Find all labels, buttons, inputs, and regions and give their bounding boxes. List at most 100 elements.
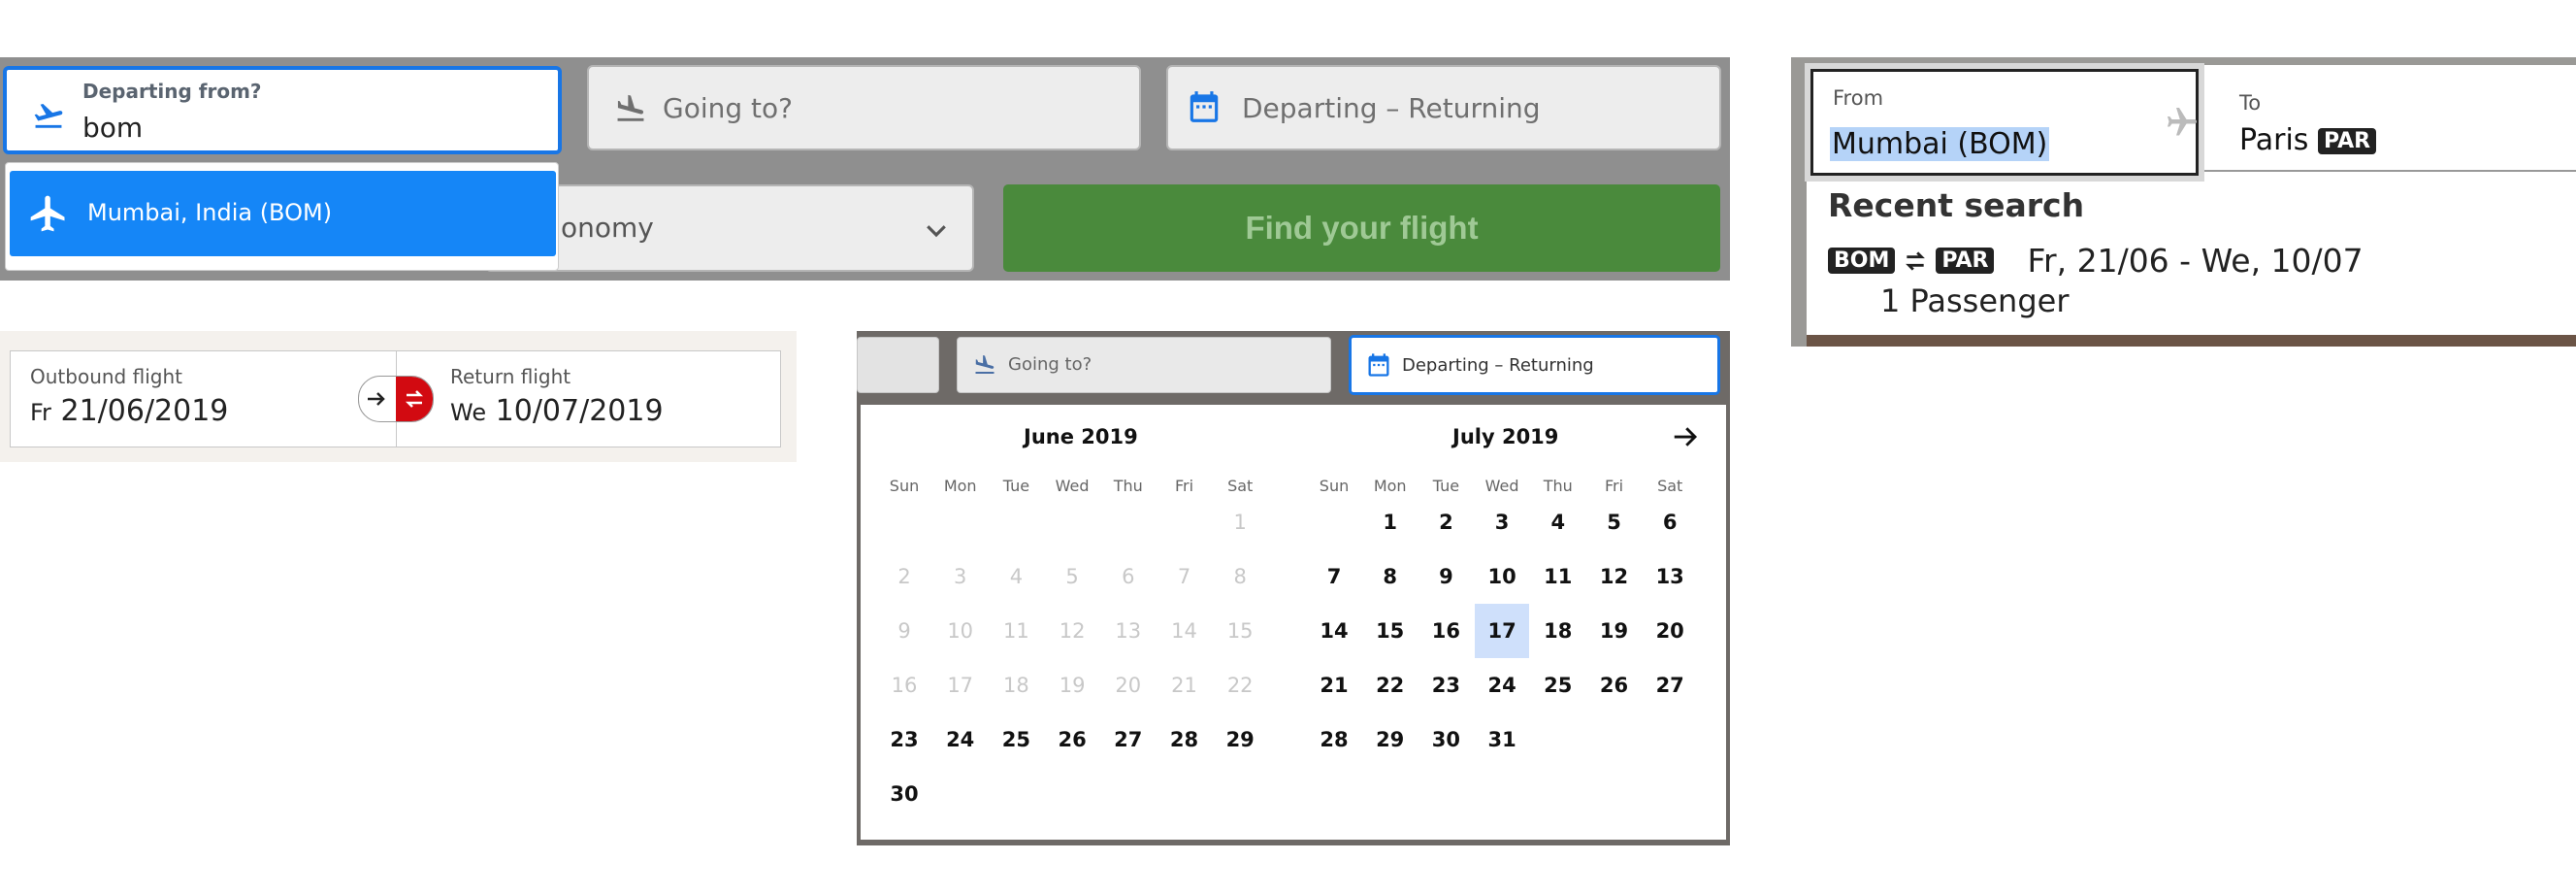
return-label: Return flight — [450, 365, 571, 388]
calendar-day: 21 — [1171, 674, 1197, 697]
calendar-day[interactable]: 25 — [989, 712, 1043, 767]
airplane-icon — [27, 192, 70, 235]
recent-search-item[interactable]: BOM PAR Fr, 21/06 - We, 10/07 — [1828, 242, 2364, 280]
calendar-day[interactable]: 31 — [1475, 712, 1529, 767]
airplane-icon — [2165, 105, 2200, 140]
calendar-day[interactable]: 17 — [1475, 604, 1530, 658]
going-to-field[interactable]: Going to? — [957, 337, 1331, 393]
calendar-day: 13 — [1115, 619, 1142, 643]
calendar-day[interactable]: 12 — [1587, 549, 1642, 604]
recent-search-title: Recent search — [1828, 186, 2085, 224]
recent-dates: Fr, 21/06 - We, 10/07 — [2027, 242, 2364, 280]
recent-to-code: PAR — [1936, 248, 1995, 274]
month-title: June 2019 — [1024, 425, 1138, 448]
from-label: From — [1833, 86, 1884, 110]
calendar-day[interactable]: 21 — [1307, 658, 1361, 712]
calendar-day[interactable]: 15 — [1363, 604, 1418, 658]
month-title: July 2019 — [1452, 425, 1559, 448]
arrow-right-icon — [365, 387, 388, 411]
weekday-label: Sun — [1319, 477, 1350, 495]
calendar-day[interactable]: 19 — [1587, 604, 1642, 658]
calendar-day[interactable]: 13 — [1643, 549, 1697, 604]
calendar-day[interactable]: 28 — [1158, 712, 1212, 767]
calendar-day[interactable]: 30 — [1418, 712, 1473, 767]
calendar-day[interactable]: 23 — [1418, 658, 1473, 712]
calendar-day[interactable]: 6 — [1643, 495, 1697, 549]
calendar-day[interactable]: 1 — [1363, 495, 1418, 549]
calendar-day[interactable]: 24 — [933, 712, 988, 767]
recent-from-code: BOM — [1828, 248, 1896, 274]
calendar-day[interactable]: 25 — [1531, 658, 1585, 712]
weekday-label: Sun — [889, 477, 920, 495]
calendar-day[interactable]: 26 — [1587, 658, 1642, 712]
calendar-day[interactable]: 24 — [1475, 658, 1529, 712]
calendar-day[interactable]: 27 — [1643, 658, 1697, 712]
weekday-label: Thu — [1543, 477, 1573, 495]
calendar-day[interactable]: 23 — [877, 712, 931, 767]
calendar-day[interactable]: 9 — [1418, 549, 1473, 604]
suggestion-item[interactable]: Mumbai, India (BOM) — [10, 171, 556, 256]
flight-dates-box: Outbound flight Fr 21/06/2019 Return fli… — [10, 350, 781, 447]
calendar-day: 14 — [1171, 619, 1197, 643]
recent-search-panel: From Mumbai (BOM) To Paris PAR Recent se… — [1791, 57, 2576, 347]
to-code-badge: PAR — [2317, 128, 2377, 154]
swap-button[interactable] — [358, 376, 434, 422]
return-day: We — [450, 399, 487, 426]
calendar-day[interactable]: 7 — [1307, 549, 1361, 604]
calendar-day: 16 — [891, 674, 918, 697]
calendar-day[interactable]: 27 — [1101, 712, 1156, 767]
calendar-day[interactable]: 29 — [1213, 712, 1267, 767]
calendar-day[interactable]: 11 — [1531, 549, 1585, 604]
calendar-day[interactable]: 2 — [1418, 495, 1473, 549]
calendar-day[interactable]: 10 — [1475, 549, 1529, 604]
to-city: Paris — [2239, 123, 2309, 157]
calendar-day: 19 — [1059, 674, 1086, 697]
calendar-day[interactable]: 29 — [1363, 712, 1418, 767]
calendar-day[interactable]: 26 — [1045, 712, 1099, 767]
calendar-day: 9 — [897, 619, 911, 643]
calendar-day[interactable]: 8 — [1363, 549, 1418, 604]
suggestion-label: Mumbai, India (BOM) — [87, 199, 333, 226]
outbound-label: Outbound flight — [30, 365, 182, 388]
find-flight-button[interactable]: Find your flight — [1003, 184, 1720, 272]
calendar-day[interactable]: 5 — [1587, 495, 1642, 549]
dates-field[interactable]: Departing – Returning — [1349, 335, 1720, 395]
to-label: To — [2239, 91, 2262, 115]
swap-arrows-icon — [1903, 248, 1928, 274]
calendar-day[interactable]: 14 — [1307, 604, 1361, 658]
calendar-icon — [1365, 351, 1392, 379]
calendar-day[interactable]: 4 — [1531, 495, 1585, 549]
calendar-day[interactable]: 28 — [1307, 712, 1361, 767]
weekday-label: Mon — [1373, 477, 1407, 495]
calendar-day[interactable]: 16 — [1418, 604, 1473, 658]
weekday-label: Tue — [1432, 477, 1460, 495]
departing-field-partial[interactable] — [857, 337, 939, 393]
calendar-day: 5 — [1065, 565, 1079, 588]
weekday-label: Wed — [1484, 477, 1519, 495]
to-field[interactable]: Paris PAR — [2239, 123, 2377, 157]
from-value: Mumbai (BOM) — [1830, 127, 2050, 161]
calendar-day: 15 — [1226, 619, 1254, 643]
calendar-day[interactable]: 3 — [1475, 495, 1529, 549]
calendar-day[interactable]: 22 — [1363, 658, 1418, 712]
chevron-down-icon — [922, 215, 951, 245]
departing-from-label: Departing from? — [82, 80, 262, 103]
calendar-day: 7 — [1177, 565, 1191, 588]
dates-field[interactable]: Departing – Returning — [1166, 65, 1721, 150]
weekday-label: Fri — [1174, 477, 1194, 495]
next-month-arrow-icon[interactable] — [1671, 422, 1700, 451]
calendar-day[interactable]: 20 — [1643, 604, 1697, 658]
calendar-day: 4 — [1009, 565, 1024, 588]
swap-red-half — [396, 377, 433, 421]
calendar-day[interactable]: 18 — [1531, 604, 1585, 658]
departing-from-field[interactable]: Departing from? bom — [3, 66, 562, 154]
from-field[interactable]: From Mumbai (BOM) — [1810, 69, 2199, 176]
calendar-day: 2 — [897, 565, 911, 588]
calendar-day[interactable]: 30 — [877, 767, 931, 821]
return-date: 10/07/2019 — [495, 394, 664, 428]
going-to-field[interactable]: Going to? — [587, 65, 1141, 150]
dates-placeholder: Departing – Returning — [1402, 355, 1594, 376]
calendar-day: 17 — [947, 674, 974, 697]
going-to-placeholder: Going to? — [663, 92, 793, 124]
weekday-label: Sat — [1657, 477, 1683, 495]
